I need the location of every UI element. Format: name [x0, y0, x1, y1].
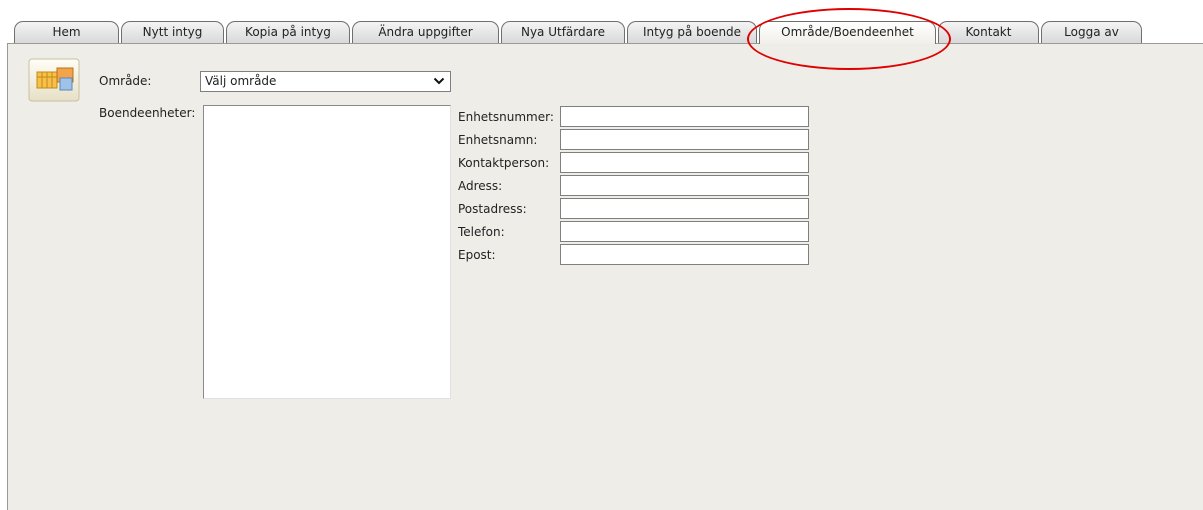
- chevron-down-icon: [433, 77, 445, 85]
- grid-folder-icon: [28, 58, 80, 102]
- unit-number-label: Enhetsnummer:: [458, 110, 554, 124]
- postal-address-field[interactable]: [560, 198, 809, 219]
- tab-kontakt[interactable]: Kontakt: [938, 21, 1039, 43]
- tab-nya-utfardare[interactable]: Nya Utfärdare: [501, 21, 625, 43]
- tab-omrade-boendeenhet[interactable]: Område/Boendeenhet: [759, 21, 936, 44]
- units-listbox[interactable]: [203, 105, 451, 399]
- unit-name-label: Enhetsnamn:: [458, 133, 538, 147]
- tab-andra-uppgifter[interactable]: Ändra uppgifter: [352, 21, 499, 43]
- contact-person-field[interactable]: [560, 152, 809, 173]
- contact-person-label: Kontaktperson:: [458, 156, 550, 170]
- address-label: Adress:: [458, 179, 503, 193]
- area-label: Område:: [99, 74, 152, 88]
- area-select-value: Välj område: [205, 74, 277, 88]
- phone-label: Telefon:: [458, 225, 505, 239]
- unit-number-field[interactable]: [560, 106, 809, 127]
- address-field[interactable]: [560, 175, 809, 196]
- tab-hem[interactable]: Hem: [14, 21, 119, 43]
- email-field[interactable]: [560, 244, 809, 265]
- postal-address-label: Postadress:: [458, 202, 527, 216]
- unit-name-field[interactable]: [560, 129, 809, 150]
- tab-nytt-intyg[interactable]: Nytt intyg: [121, 21, 224, 43]
- tab-bar: Hem Nytt intyg Kopia på intyg Ändra uppg…: [14, 21, 1203, 44]
- tab-intyg-pa-boende[interactable]: Intyg på boende: [627, 21, 757, 43]
- phone-field[interactable]: [560, 221, 809, 242]
- tab-logga-av[interactable]: Logga av: [1041, 21, 1142, 43]
- tab-kopia-pa-intyg[interactable]: Kopia på intyg: [226, 21, 350, 43]
- units-label: Boendeenheter:: [99, 106, 196, 120]
- email-label: Epost:: [458, 248, 496, 262]
- area-select[interactable]: Välj område: [200, 71, 451, 92]
